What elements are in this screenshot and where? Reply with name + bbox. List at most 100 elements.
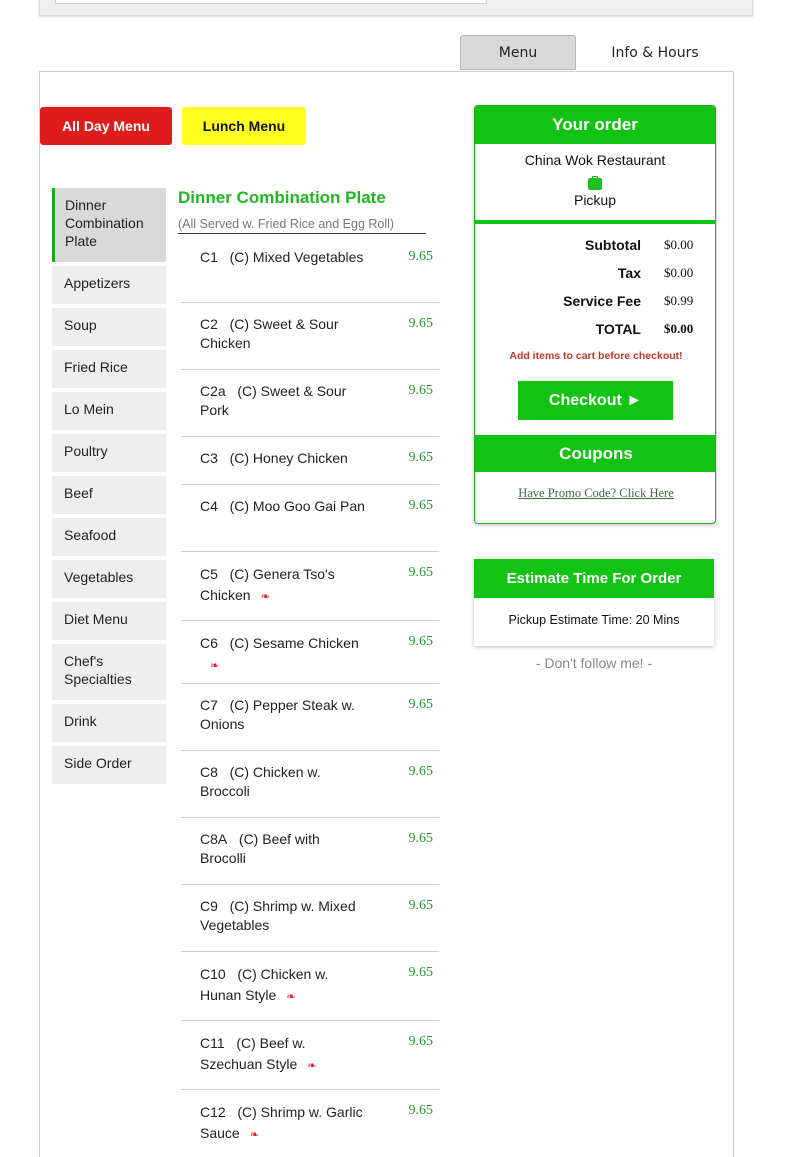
item-title: (C) Sesame Chicken xyxy=(229,635,359,651)
tab-menu[interactable]: Menu xyxy=(460,35,576,70)
item-code: C8 xyxy=(200,764,218,780)
sidebar-item-diet-menu[interactable]: Diet Menu xyxy=(52,602,166,640)
menu-item[interactable]: C3 (C) Honey Chicken 9.65 xyxy=(181,437,439,485)
checkout-warning: Add items to cart before checkout! xyxy=(509,350,683,362)
chili-pepper-icon: ❧ xyxy=(249,1129,259,1141)
sidebar-item-soup[interactable]: Soup xyxy=(52,308,166,346)
item-price: 9.65 xyxy=(408,249,434,264)
sidebar-item-side-order[interactable]: Side Order xyxy=(52,746,166,784)
item-price: 9.65 xyxy=(408,697,434,712)
order-box: Your order China Wok Restaurant Pickup S… xyxy=(474,105,716,524)
footer-note: - Don't follow me! - xyxy=(535,655,653,671)
menu-item[interactable]: C10 (C) Chicken w. Hunan Style ❧ 9.65 xyxy=(181,952,439,1021)
service-fee-value: $0.99 xyxy=(664,293,694,308)
menu-item[interactable]: C8 (C) Chicken w. Broccoli 9.65 xyxy=(181,751,439,818)
item-name: C6 (C) Sesame Chicken ❧ xyxy=(200,633,370,677)
item-title: (C) Sweet & Sour Chicken xyxy=(200,316,339,351)
item-name: C1 (C) Mixed Vegetables xyxy=(200,248,365,267)
item-price: 9.65 xyxy=(408,1034,434,1049)
item-name: C2 (C) Sweet & Sour Chicken xyxy=(200,315,365,353)
item-name: C7 (C) Pepper Steak w. Onions xyxy=(200,696,365,734)
lunch-menu-button[interactable]: Lunch Menu xyxy=(182,107,306,145)
coupons-title: Coupons xyxy=(475,435,715,472)
menu-item[interactable]: C9 (C) Shrimp w. Mixed Vegetables 9.65 xyxy=(181,885,439,952)
menu-item[interactable]: C12 (C) Shrimp w. Garlic Sauce ❧ 9.65 xyxy=(181,1090,439,1157)
item-price: 9.65 xyxy=(408,450,434,465)
item-price: 9.65 xyxy=(408,316,434,331)
total-label: TOTAL xyxy=(595,321,641,337)
chili-pepper-icon: ❧ xyxy=(210,660,220,672)
checkout-button[interactable]: Checkout ► xyxy=(518,381,673,420)
menu-item[interactable]: C8A (C) Beef with Brocolli 9.65 xyxy=(181,818,439,885)
estimate-box: Estimate Time For Order Pickup Estimate … xyxy=(474,559,714,646)
tab-info-hours[interactable]: Info & Hours xyxy=(595,35,715,70)
divider xyxy=(475,220,715,224)
item-name: C3 (C) Honey Chicken xyxy=(200,449,365,468)
chili-pepper-icon: ❧ xyxy=(260,591,270,603)
promo-code-link[interactable]: Have Promo Code? Click Here xyxy=(475,486,715,501)
item-name: C2a (C) Sweet & Sour Pork xyxy=(200,382,365,420)
item-code: C2 xyxy=(200,316,218,332)
item-title: (C) Moo Goo Gai Pan xyxy=(229,498,365,514)
item-code: C8A xyxy=(200,831,228,847)
sidebar-item-lo-mein[interactable]: Lo Mein xyxy=(52,392,166,430)
item-title: (C) Pepper Steak w. Onions xyxy=(200,697,355,732)
item-name: C11 (C) Beef w. Szechuan Style ❧ xyxy=(200,1033,365,1077)
item-code: C3 xyxy=(200,450,218,466)
total-value: $0.00 xyxy=(664,321,694,336)
item-code: C10 xyxy=(200,966,226,982)
subtotal-label: Subtotal xyxy=(585,237,641,253)
item-code: C7 xyxy=(200,697,218,713)
top-search-strip xyxy=(39,0,753,16)
menu-item[interactable]: C6 (C) Sesame Chicken ❧ 9.65 xyxy=(181,621,439,684)
sidebar-item-fried-rice[interactable]: Fried Rice xyxy=(52,350,166,388)
sidebar-item-appetizers[interactable]: Appetizers xyxy=(52,266,166,304)
estimate-title: Estimate Time For Order xyxy=(474,559,714,598)
item-code: C5 xyxy=(200,566,218,582)
item-price: 9.65 xyxy=(408,898,434,913)
chili-pepper-icon: ❧ xyxy=(307,1060,317,1072)
menu-item[interactable]: C2a (C) Sweet & Sour Pork 9.65 xyxy=(181,370,439,437)
item-price: 9.65 xyxy=(408,831,434,846)
item-name: C4 (C) Moo Goo Gai Pan xyxy=(200,497,365,516)
item-code: C11 xyxy=(200,1035,225,1051)
all-day-menu-button[interactable]: All Day Menu xyxy=(40,107,172,145)
sidebar-item-vegetables[interactable]: Vegetables xyxy=(52,560,166,598)
order-title: Your order xyxy=(475,106,715,144)
item-code: C1 xyxy=(200,249,218,265)
menu-item[interactable]: C5 (C) Genera Tso's Chicken ❧ 9.65 xyxy=(181,552,439,621)
sidebar-item-seafood[interactable]: Seafood xyxy=(52,518,166,556)
item-name: C9 (C) Shrimp w. Mixed Vegetables xyxy=(200,897,365,935)
menu-item[interactable]: C11 (C) Beef w. Szechuan Style ❧ 9.65 xyxy=(181,1021,439,1090)
item-name: C10 (C) Chicken w. Hunan Style ❧ xyxy=(200,964,365,1008)
tax-value: $0.00 xyxy=(664,265,694,280)
item-code: C4 xyxy=(200,498,218,514)
item-name: C12 (C) Shrimp w. Garlic Sauce ❧ xyxy=(200,1102,365,1146)
item-title: (C) Mixed Vegetables xyxy=(229,249,364,265)
menu-item[interactable]: C2 (C) Sweet & Sour Chicken 9.65 xyxy=(181,303,439,370)
item-price: 9.65 xyxy=(408,565,434,580)
estimate-time: Pickup Estimate Time: 20 Mins xyxy=(508,613,680,627)
item-code: C12 xyxy=(200,1104,226,1120)
item-code: C9 xyxy=(200,898,218,914)
pickup-label: Pickup xyxy=(573,192,617,208)
chili-pepper-icon: ❧ xyxy=(286,991,296,1003)
sidebar-item-poultry[interactable]: Poultry xyxy=(52,434,166,472)
sidebar-item-dinner-combination-plate[interactable]: Dinner Combination Plate xyxy=(52,188,166,262)
item-name: C8A (C) Beef with Brocolli xyxy=(200,830,365,868)
search-input[interactable] xyxy=(55,0,487,4)
restaurant-name: China Wok Restaurant xyxy=(524,152,666,168)
sidebar-item-chefs-specialties[interactable]: Chef's Specialties xyxy=(52,644,166,700)
sidebar-item-beef[interactable]: Beef xyxy=(52,476,166,514)
item-price: 9.65 xyxy=(408,764,434,779)
item-code: C6 xyxy=(200,635,218,651)
shopping-bag-icon xyxy=(588,176,602,190)
menu-item[interactable]: C4 (C) Moo Goo Gai Pan 9.65 xyxy=(181,485,439,552)
tax-label: Tax xyxy=(617,265,641,281)
item-name: C8 (C) Chicken w. Broccoli xyxy=(200,763,365,801)
service-fee-label: Service Fee xyxy=(563,293,641,309)
sidebar-item-drink[interactable]: Drink xyxy=(52,704,166,742)
menu-item[interactable]: C7 (C) Pepper Steak w. Onions 9.65 xyxy=(181,684,439,751)
section-subtitle: (All Served w. Fried Rice and Egg Roll) xyxy=(178,217,426,234)
menu-item[interactable]: C1 (C) Mixed Vegetables 9.65 xyxy=(181,236,439,303)
